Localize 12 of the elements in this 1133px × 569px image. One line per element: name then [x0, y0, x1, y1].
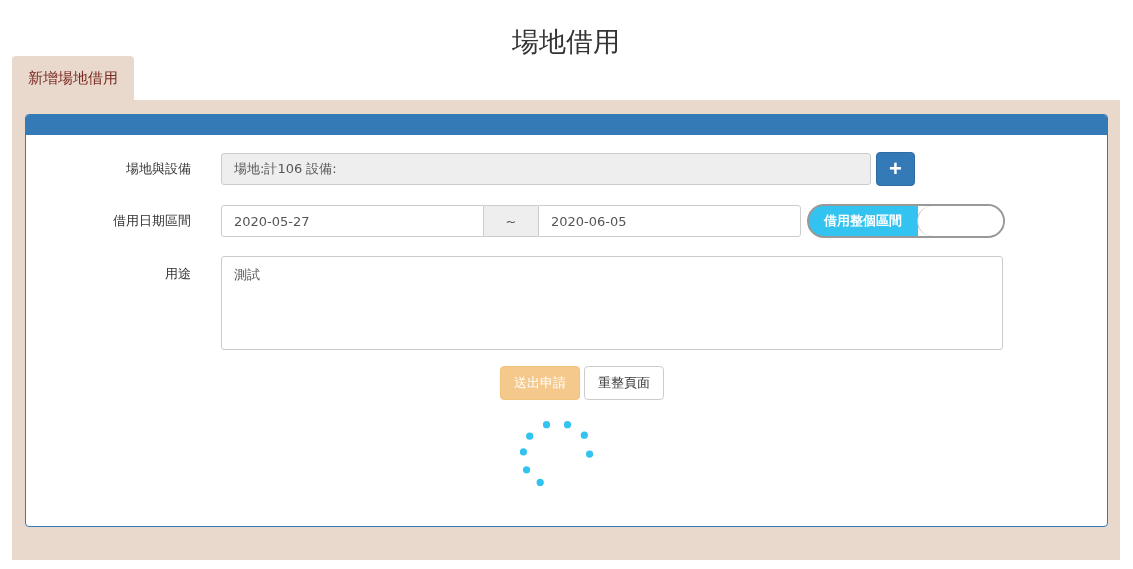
field-label: 場地與設備	[125, 160, 192, 178]
end-date-field[interactable]: 2020-06-05	[538, 205, 801, 237]
reset-button[interactable]: 重整頁面	[583, 366, 664, 400]
start-date-field[interactable]: 2020-05-27	[221, 205, 484, 237]
range-separator: ~	[484, 205, 538, 237]
field-label: 借用日期區間	[112, 212, 192, 230]
page-title: 場地借用	[511, 25, 621, 56]
venue-field[interactable]: 場地:計106 設備:	[221, 153, 871, 185]
field-label: 用途	[164, 265, 192, 283]
tab[interactable]: 新增場地借用	[12, 56, 134, 100]
add-button[interactable]: +	[876, 152, 915, 186]
purpose-textarea[interactable]: 測試	[221, 256, 1003, 350]
